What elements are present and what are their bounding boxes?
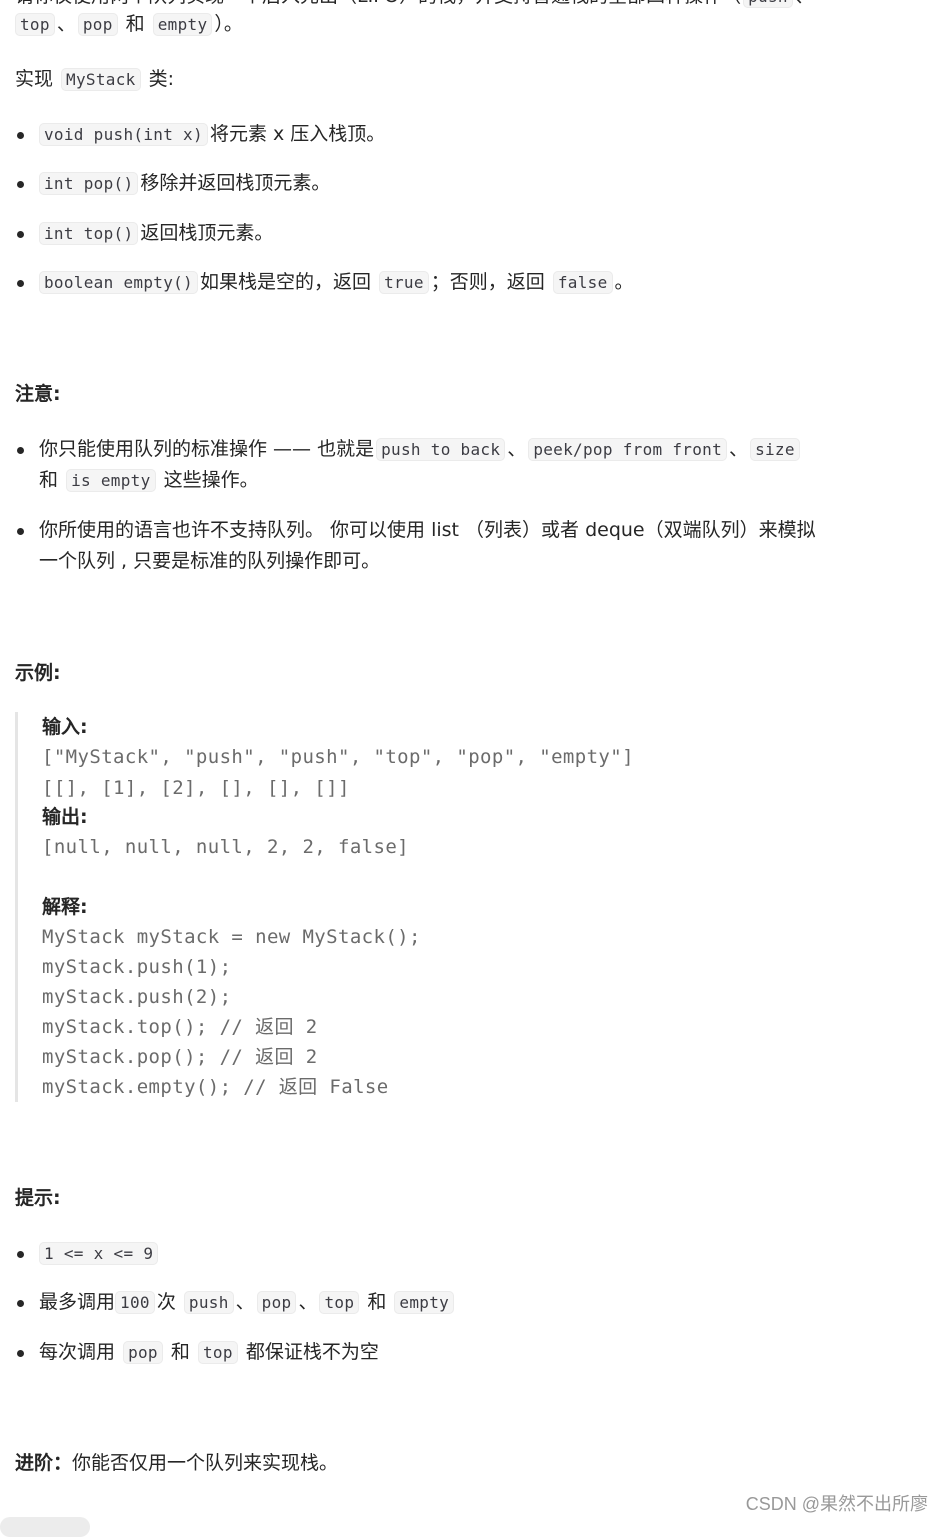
inline-code: true xyxy=(379,271,429,294)
explain-line: myStack.top(); // 返回 2 xyxy=(42,1016,318,1038)
bullet-icon xyxy=(17,1251,24,1258)
watermark: CSDN @果然不出所廖 xyxy=(745,1494,928,1514)
bullet-icon xyxy=(17,1300,24,1307)
example-blockquote: 输入: ["MyStack", "push", "push", "top", "… xyxy=(15,712,898,1102)
inline-code: 100 xyxy=(115,1291,155,1314)
method-item: void push(int x) 将元素 x 压入栈顶。 xyxy=(15,119,895,150)
inline-code: push xyxy=(183,1291,234,1314)
inline-code: peek/pop from front xyxy=(528,438,728,461)
hint-item: 1 <= x <= 9 xyxy=(15,1238,895,1269)
input-label: 输入: xyxy=(42,716,88,738)
inline-code: is empty xyxy=(66,469,156,492)
inline-code: top xyxy=(15,13,55,36)
bottom-tag-chip[interactable] xyxy=(0,1517,90,1537)
explain-line: myStack.pop(); // 返回 2 xyxy=(42,1046,318,1068)
output-label: 输出: xyxy=(42,806,88,828)
bullet-icon xyxy=(17,231,24,238)
inline-code: boolean empty() xyxy=(39,271,198,294)
inline-code: size xyxy=(750,438,800,461)
method-item: int top() 返回栈顶元素。 xyxy=(15,218,895,249)
inline-code: empty xyxy=(152,13,213,36)
explain-line: myStack.push(1); xyxy=(42,956,232,978)
inline-code: pop xyxy=(123,1341,163,1364)
inline-code: pop xyxy=(77,13,118,36)
explain-label: 解释: xyxy=(42,896,88,918)
example-heading: 示例: xyxy=(15,662,61,684)
inline-code: false xyxy=(552,271,613,294)
inline-code: push xyxy=(743,0,793,8)
bullet-icon xyxy=(17,132,24,139)
inline-code: int top() xyxy=(39,222,139,245)
input-line: ["MyStack", "push", "push", "top", "pop"… xyxy=(42,746,634,768)
input-line: [[], [1], [2], [], [], []] xyxy=(42,777,350,799)
intro-line-2: top、 pop 和 empty）。 xyxy=(15,9,243,40)
inline-code: top xyxy=(197,1341,238,1364)
explain-line: MyStack myStack = new MyStack(); xyxy=(42,926,421,948)
inline-code: void push(int x) xyxy=(39,123,208,146)
hints-heading: 提示: xyxy=(15,1187,61,1209)
output-line: [null, null, null, 2, 2, false] xyxy=(42,836,410,858)
inline-code: top xyxy=(319,1291,360,1314)
inline-code: empty xyxy=(394,1291,455,1314)
implement-line: 实现 MyStack 类: xyxy=(15,68,175,91)
inline-code: pop xyxy=(256,1291,297,1314)
explain-line: myStack.push(2); xyxy=(42,986,232,1008)
bullet-icon xyxy=(17,181,24,188)
advanced-line: 进阶：你能否仅用一个队列来实现栈。 xyxy=(15,1452,339,1474)
bullet-icon xyxy=(17,1350,24,1357)
note-item: 你只能使用队列的标准操作 —— 也就是 push to back、 peek/pop… xyxy=(15,434,895,496)
bullet-icon xyxy=(17,528,24,535)
advanced-label: 进阶： xyxy=(15,1452,73,1474)
inline-code: MyStack xyxy=(61,68,141,91)
bullet-icon xyxy=(17,280,24,287)
inline-code: int pop() xyxy=(39,172,139,195)
inline-code: 1 <= x <= 9 xyxy=(39,1242,159,1265)
hint-item: 每次调用 pop 和 top 都保证栈不为空 xyxy=(15,1337,895,1368)
hint-item: 最多调用 100 次 push、 pop、 top 和 empty xyxy=(15,1287,895,1318)
bullet-icon xyxy=(17,447,24,454)
method-item: boolean empty() 如果栈是空的，返回 true ；否则，返回 fals… xyxy=(15,267,895,298)
method-item: int pop() 移除并返回栈顶元素。 xyxy=(15,168,895,199)
explain-line: myStack.empty(); // 返回 False xyxy=(42,1076,389,1098)
inline-code: push to back xyxy=(376,438,506,461)
notes-heading: 注意: xyxy=(15,383,61,405)
note-item: 你所使用的语言也许不支持队列。 你可以使用 list （列表）或者 deque（… xyxy=(15,515,895,577)
